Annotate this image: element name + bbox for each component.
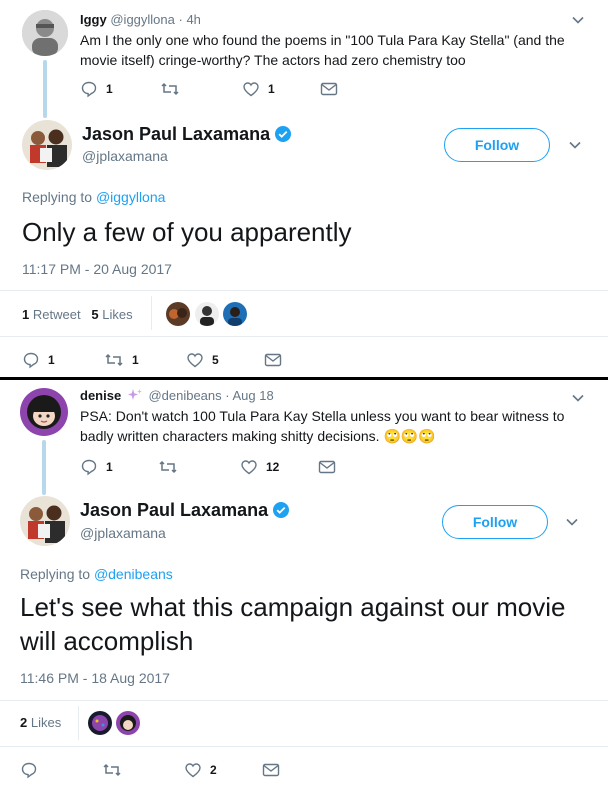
reply-icon [23, 352, 39, 369]
message-icon [320, 82, 338, 96]
reply-icon [21, 762, 37, 779]
liker-avatar[interactable] [166, 302, 190, 326]
jason-avatar[interactable] [20, 496, 70, 546]
retweets-stat[interactable]: 1 Retweet [22, 307, 81, 322]
follow-button[interactable]: Follow [442, 505, 548, 539]
replying-to: Replying to @denibeans [20, 566, 173, 582]
author-name[interactable]: Iggy [80, 12, 107, 27]
retweet-icon [103, 763, 121, 777]
verified-badge-icon [273, 502, 290, 518]
thread-connector-line [43, 60, 47, 118]
likes-stat[interactable]: 5 Likes [91, 307, 132, 322]
reply-count: 1 [48, 353, 55, 367]
author-handle[interactable]: @jplaxamana [82, 148, 168, 164]
retweet-icon [159, 460, 177, 474]
main-tweet-header: Jason Paul Laxamana [82, 124, 292, 145]
reply-icon [81, 81, 97, 98]
retweet-icon [161, 82, 179, 96]
liker-avatar[interactable] [223, 302, 247, 326]
message-button[interactable] [262, 763, 280, 777]
reply-count: 1 [106, 82, 113, 96]
replying-to-handle[interactable]: @denibeans [94, 566, 173, 582]
replying-to-handle[interactable]: @iggyllona [96, 189, 165, 205]
message-button[interactable] [264, 353, 282, 367]
reply-button[interactable]: 1 [22, 351, 55, 369]
denise-avatar[interactable] [20, 388, 68, 436]
like-button[interactable]: 12 [240, 458, 279, 476]
like-button[interactable]: 5 [186, 351, 219, 369]
liker-avatar[interactable] [116, 711, 140, 735]
like-button[interactable]: 1 [242, 80, 275, 98]
divider [0, 290, 608, 291]
follow-button[interactable]: Follow [444, 128, 550, 162]
retweet-icon [105, 353, 123, 367]
like-count: 5 [212, 353, 219, 367]
message-icon [262, 763, 280, 777]
reply-button[interactable] [20, 761, 38, 779]
reply-count: 1 [106, 460, 113, 474]
message-button[interactable] [320, 82, 338, 96]
chevron-down-icon[interactable] [567, 137, 583, 153]
parent-tweet-header: denise @denibeans · Aug 18 [80, 388, 274, 403]
retweet-button[interactable] [102, 761, 122, 779]
tweet-thread-2: denise @denibeans · Aug 18 PSA: Don't wa… [0, 380, 608, 791]
tweet-time[interactable]: · 4h [179, 12, 201, 27]
parent-tweet-text: Am I the only one who found the poems in… [80, 32, 565, 68]
like-count: 2 [210, 763, 217, 777]
chevron-down-icon[interactable] [570, 390, 586, 406]
parent-tweet-header: Iggy @iggyllona · 4h [80, 12, 201, 27]
engagement-stats: 1 Retweet 5 Likes [22, 307, 133, 322]
jason-avatar[interactable] [22, 120, 72, 170]
thread-connector-line [42, 440, 46, 495]
like-icon [241, 460, 257, 475]
like-button[interactable]: 2 [184, 761, 217, 779]
like-icon [187, 353, 203, 368]
reply-button[interactable]: 1 [80, 458, 113, 476]
divider [0, 700, 608, 701]
reply-button[interactable]: 1 [80, 80, 113, 98]
message-icon [264, 353, 282, 367]
main-tweet-text: Let's see what this campaign against our… [20, 592, 566, 656]
retweet-button[interactable] [158, 458, 178, 476]
engagement-stats: 2 Likes [20, 715, 61, 730]
iggy-avatar[interactable] [22, 10, 68, 56]
stats-separator [78, 706, 79, 740]
replying-to: Replying to @iggyllona [22, 189, 166, 205]
tweet-time[interactable]: · Aug 18 [225, 388, 273, 403]
retweet-count: 1 [132, 353, 139, 367]
retweet-button[interactable]: 1 [104, 351, 139, 369]
author-name[interactable]: Jason Paul Laxamana [82, 124, 270, 144]
tweet-timestamp[interactable]: 11:46 PM - 18 Aug 2017 [20, 670, 170, 686]
tweet-thread-1: Iggy @iggyllona · 4h Am I the only one w… [0, 0, 608, 377]
liker-avatar[interactable] [88, 711, 112, 735]
sparkles-icon [127, 389, 142, 400]
parent-tweet-text: PSA: Don't watch 100 Tula Para Kay Stell… [80, 408, 565, 444]
like-count: 1 [268, 82, 275, 96]
reply-icon [81, 459, 97, 476]
chevron-down-icon[interactable] [564, 514, 580, 530]
author-handle[interactable]: @denibeans [148, 388, 221, 403]
author-name[interactable]: Jason Paul Laxamana [80, 500, 268, 520]
like-icon [185, 763, 201, 778]
retweet-button[interactable] [160, 80, 180, 98]
message-button[interactable] [318, 460, 336, 474]
stats-separator [151, 296, 152, 330]
author-handle[interactable]: @jplaxamana [80, 525, 166, 541]
like-icon [243, 82, 259, 97]
chevron-down-icon[interactable] [570, 12, 586, 28]
likes-stat[interactable]: 2 Likes [20, 715, 61, 730]
author-name[interactable]: denise [80, 388, 121, 403]
divider [0, 336, 608, 337]
verified-badge-icon [275, 126, 292, 142]
tweet-timestamp[interactable]: 11:17 PM - 20 Aug 2017 [22, 261, 172, 277]
message-icon [318, 460, 336, 474]
divider [0, 746, 608, 747]
main-tweet-text: Only a few of you apparently [22, 217, 352, 247]
author-handle[interactable]: @iggyllona [110, 12, 175, 27]
eye-roll-emoji: 🙄🙄🙄 [383, 428, 436, 444]
like-count: 12 [266, 460, 280, 474]
liker-avatar[interactable] [195, 302, 219, 326]
main-tweet-header: Jason Paul Laxamana [80, 500, 290, 521]
